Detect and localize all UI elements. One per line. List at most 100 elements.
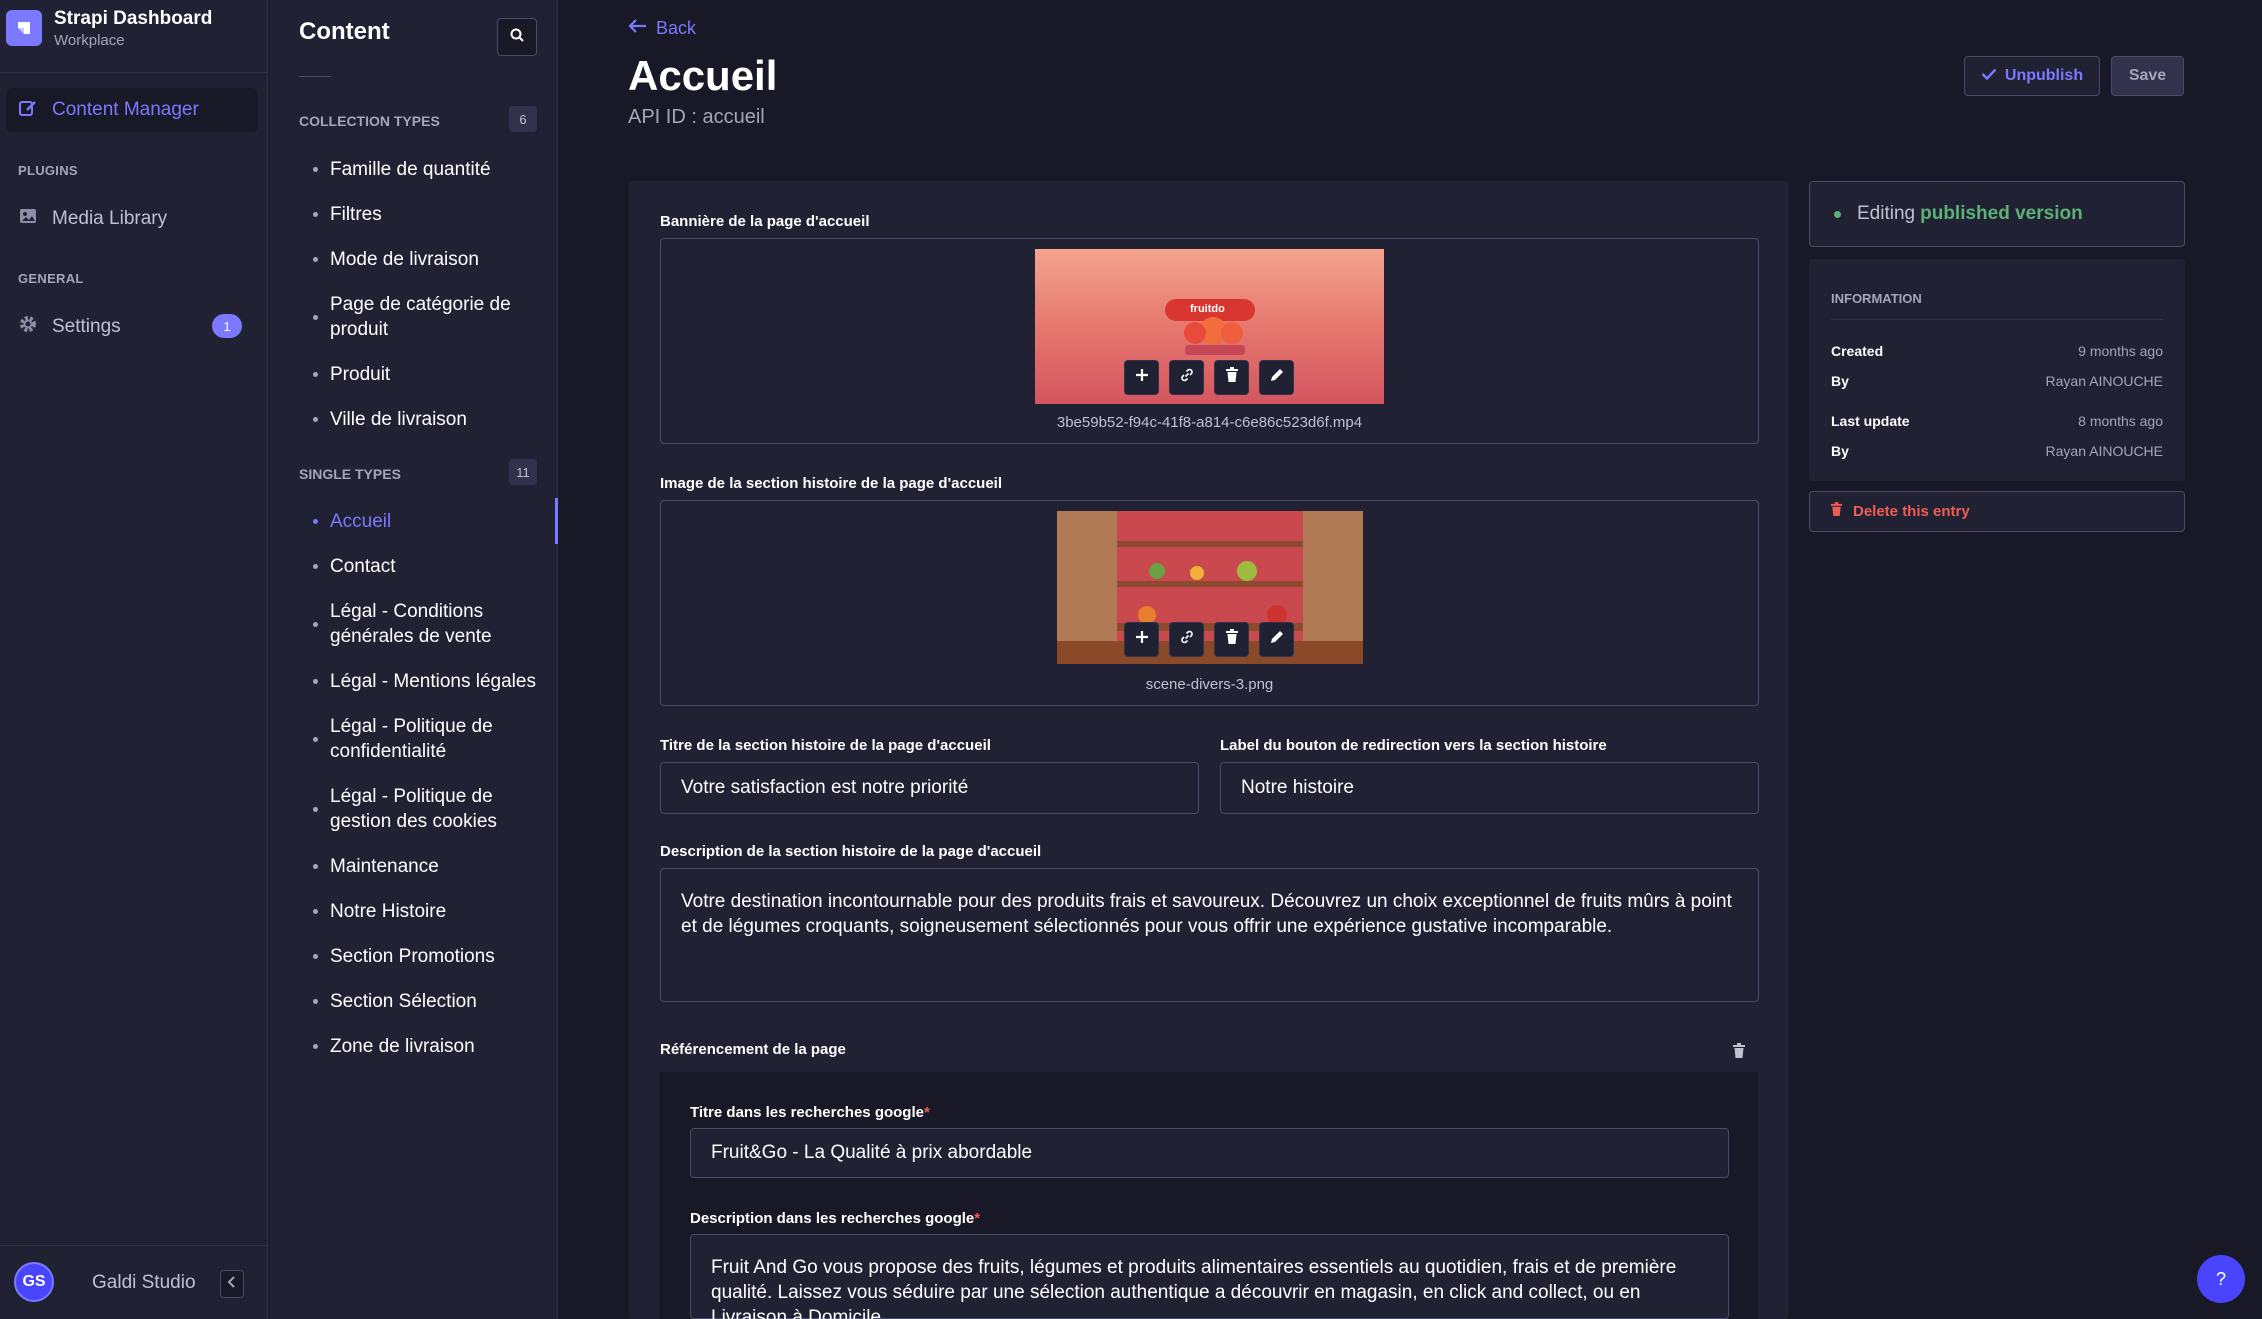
- subnav-item-label: Famille de quantité: [330, 159, 491, 180]
- unpublish-label: Unpublish: [2004, 67, 2084, 84]
- seo-description-label-text: Description dans les recherches google: [690, 1210, 975, 1227]
- info-row-created: Created 9 months ago: [1831, 343, 2163, 359]
- info-key: Last update: [1831, 413, 1910, 429]
- collapse-nav-button[interactable]: [220, 1270, 244, 1298]
- general-heading: GENERAL: [18, 271, 84, 286]
- back-link[interactable]: Back: [628, 18, 696, 39]
- info-row-last-update: Last update 8 months ago: [1831, 413, 2163, 429]
- status-strong: published version: [1920, 203, 2083, 224]
- subnav-item[interactable]: Section Sélection: [313, 989, 553, 1014]
- copy-link-button[interactable]: [1169, 360, 1204, 395]
- subnav-item[interactable]: Mode de livraison: [313, 247, 553, 272]
- gear-icon: [18, 314, 38, 340]
- link-icon: [1179, 367, 1195, 388]
- info-key: Created: [1831, 343, 1884, 359]
- subnav-item[interactable]: Ville de livraison: [313, 407, 553, 432]
- bullet: [313, 621, 318, 627]
- subnav-item[interactable]: Section Promotions: [313, 944, 553, 969]
- subnav-item[interactable]: Famille de quantité: [313, 157, 553, 182]
- nav-item-content-manager[interactable]: Content Manager: [6, 88, 258, 132]
- trash-icon: [1225, 367, 1239, 388]
- subnav-title: Content: [299, 18, 390, 45]
- info-value: Rayan AINOUCHE: [2045, 443, 2163, 459]
- story-button-input[interactable]: Notre histoire: [1220, 762, 1759, 814]
- edit-media-button[interactable]: [1259, 360, 1294, 395]
- bullet: [313, 417, 318, 422]
- info-value: Rayan AINOUCHE: [2045, 373, 2163, 389]
- subnav-item-label: Section Promotions: [330, 946, 495, 967]
- save-button[interactable]: Save: [2111, 56, 2184, 96]
- add-media-button[interactable]: [1124, 360, 1159, 395]
- back-label: Back: [656, 18, 697, 38]
- subnav-item-label: Page de catégorie de produit: [330, 294, 511, 340]
- subnav-item-label: Filtres: [330, 204, 382, 225]
- nav-item-media-library[interactable]: Media Library: [18, 206, 167, 232]
- banner-label: Bannière de la page d'accueil: [660, 213, 870, 230]
- story-image-media-actions: [1124, 622, 1294, 657]
- subnav-item[interactable]: Produit: [313, 362, 553, 387]
- trash-icon: [1225, 629, 1239, 650]
- subnav-item-label: Produit: [330, 364, 391, 385]
- page-title: Accueil: [628, 52, 778, 99]
- story-button-label: Label du bouton de redirection vers la s…: [1220, 737, 1607, 754]
- plugins-heading: PLUGINS: [18, 163, 78, 178]
- subnav-item-label: Section Sélection: [330, 991, 477, 1012]
- status-prefix: Editing: [1857, 203, 1916, 224]
- avatar[interactable]: GS: [14, 1262, 54, 1302]
- pencil-icon: [1269, 367, 1285, 388]
- scrollbar[interactable]: [2254, 0, 2262, 1319]
- subnav-item[interactable]: Zone de livraison: [313, 1034, 553, 1059]
- subnav-item[interactable]: Contact: [313, 554, 553, 579]
- info-value: 9 months ago: [2078, 343, 2163, 359]
- check-icon: [1981, 67, 1997, 85]
- subnav-item[interactable]: Maintenance: [313, 854, 553, 879]
- search-button[interactable]: [497, 18, 537, 56]
- bullet: [313, 564, 318, 569]
- bullet: [313, 1044, 318, 1049]
- arrow-left-icon: [628, 18, 648, 39]
- unpublish-button[interactable]: Unpublish: [1964, 56, 2100, 96]
- collection-types-heading: COLLECTION TYPES: [299, 113, 440, 129]
- seo-description-textarea[interactable]: Fruit And Go vous propose des fruits, lé…: [690, 1234, 1729, 1319]
- help-button[interactable]: ?: [2197, 1255, 2245, 1303]
- image-icon: [18, 206, 38, 232]
- user-name[interactable]: Galdi Studio: [92, 1272, 196, 1294]
- subnav-item-label: Légal - Conditions générales de vente: [330, 601, 492, 647]
- delete-entry-label: Delete this entry: [1853, 503, 1970, 520]
- edit-media-button[interactable]: [1259, 622, 1294, 657]
- seo-description-label: Description dans les recherches google*: [690, 1210, 980, 1227]
- seo-title-label: Titre dans les recherches google*: [690, 1104, 930, 1121]
- subnav-item[interactable]: Légal - Conditions générales de vente: [313, 599, 553, 649]
- info-key: By: [1831, 443, 1849, 459]
- divider: [1831, 319, 2163, 320]
- seo-title-input[interactable]: Fruit&Go - La Qualité à prix abordable: [690, 1128, 1729, 1178]
- bullet: [313, 167, 318, 172]
- nav-item-settings[interactable]: Settings: [18, 314, 121, 340]
- delete-entry-button[interactable]: Delete this entry: [1809, 491, 2185, 532]
- nav-item-label: Settings: [52, 316, 121, 337]
- subnav-item[interactable]: Page de catégorie de produit: [313, 292, 553, 342]
- delete-media-button[interactable]: [1214, 360, 1249, 395]
- delete-component-button[interactable]: [1732, 1043, 1746, 1064]
- bullet: [313, 806, 318, 812]
- add-media-button[interactable]: [1124, 622, 1159, 657]
- publish-status: Editing published version: [1809, 181, 2185, 247]
- story-title-input[interactable]: Votre satisfaction est notre priorité: [660, 762, 1199, 814]
- info-key: By: [1831, 373, 1849, 389]
- delete-media-button[interactable]: [1214, 622, 1249, 657]
- banner-thumbnail-text: fruitdo: [1190, 303, 1225, 315]
- subnav-item-label: Maintenance: [330, 856, 439, 877]
- copy-link-button[interactable]: [1169, 622, 1204, 657]
- subnav-item[interactable]: Légal - Politique de gestion des cookies: [313, 784, 553, 834]
- subnav-item[interactable]: Légal - Mentions légales: [313, 669, 553, 694]
- brand[interactable]: Strapi Dashboard Workplace: [6, 8, 212, 66]
- subnav-item[interactable]: Filtres: [313, 202, 553, 227]
- active-indicator: [555, 498, 558, 544]
- settings-notification-badge: 1: [212, 314, 242, 338]
- subnav-item-active[interactable]: Accueil: [313, 509, 553, 534]
- subnav-item[interactable]: Notre Histoire: [313, 899, 553, 924]
- subnav-item-label: Légal - Mentions légales: [330, 671, 536, 692]
- subnav-item[interactable]: Légal - Politique de confidentialité: [313, 714, 553, 764]
- story-description-textarea[interactable]: Votre destination incontournable pour de…: [660, 868, 1759, 1002]
- info-value: 8 months ago: [2078, 413, 2163, 429]
